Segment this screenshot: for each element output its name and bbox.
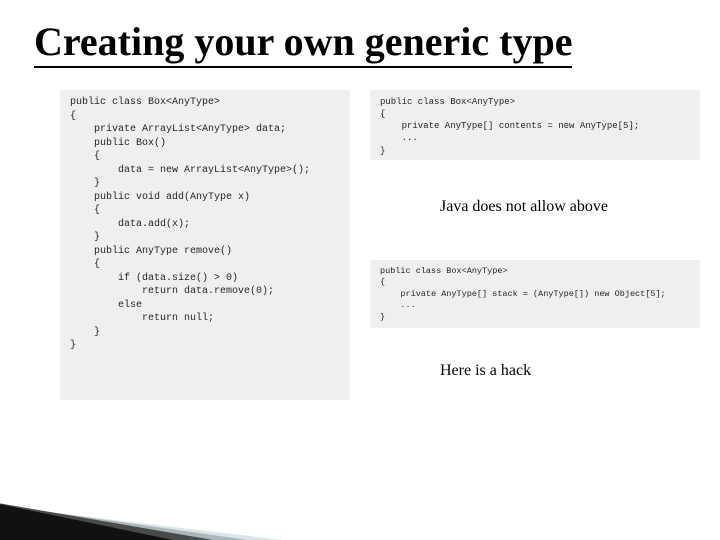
title-text: Creating your own generic type <box>34 19 572 68</box>
slide: Creating your own generic type public cl… <box>0 0 720 540</box>
page-title: Creating your own generic type <box>34 18 700 65</box>
code-block-illegal-array: public class Box<AnyType> { private AnyT… <box>370 90 700 160</box>
caption-not-allow: Java does not allow above <box>440 198 608 216</box>
decorative-swoosh <box>0 450 450 540</box>
caption-hack: Here is a hack <box>440 362 531 380</box>
code-block-hack-cast: public class Box<AnyType> { private AnyT… <box>370 260 700 328</box>
code-block-arraylist: public class Box<AnyType> { private Arra… <box>60 90 350 400</box>
